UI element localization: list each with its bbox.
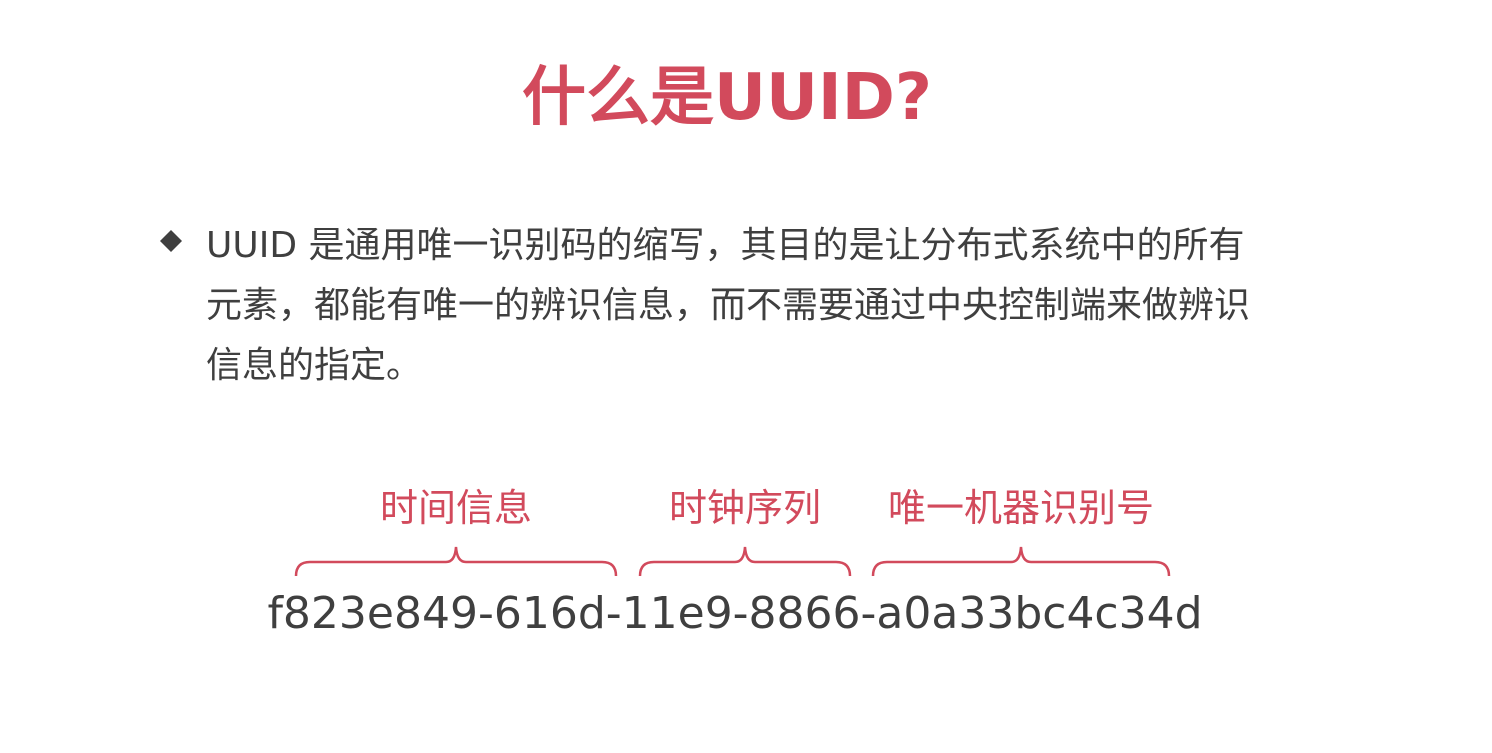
brace-clock-sequence [638, 546, 852, 577]
bullet-line-1: UUID 是通用唯一识别码的缩写，其目的是让分布式系统中的所有 [206, 225, 1245, 266]
segment-label-machine-id: 唯一机器识别号 [887, 486, 1154, 530]
bullet-text: UUID 是通用唯一识别码的缩写，其目的是让分布式系统中的所有 元素，都能有唯一… [206, 216, 1356, 396]
uuid-example: f823e849-616d-11e9-8866-a0a33bc4c34d [267, 588, 1203, 639]
segment-label-time: 时间信息 [379, 486, 532, 530]
diamond-bullet-icon [160, 230, 182, 252]
bullet-line-2: 元素，都能有唯一的辨识信息，而不需要通过中央控制端来做辨识 [206, 285, 1251, 326]
brace-machine-id [871, 546, 1171, 577]
segment-label-clock-sequence: 时钟序列 [668, 486, 821, 530]
slide-title: 什么是UUID? [522, 61, 932, 135]
bullet-line-3: 信息的指定。 [206, 345, 423, 386]
brace-time [294, 546, 618, 577]
